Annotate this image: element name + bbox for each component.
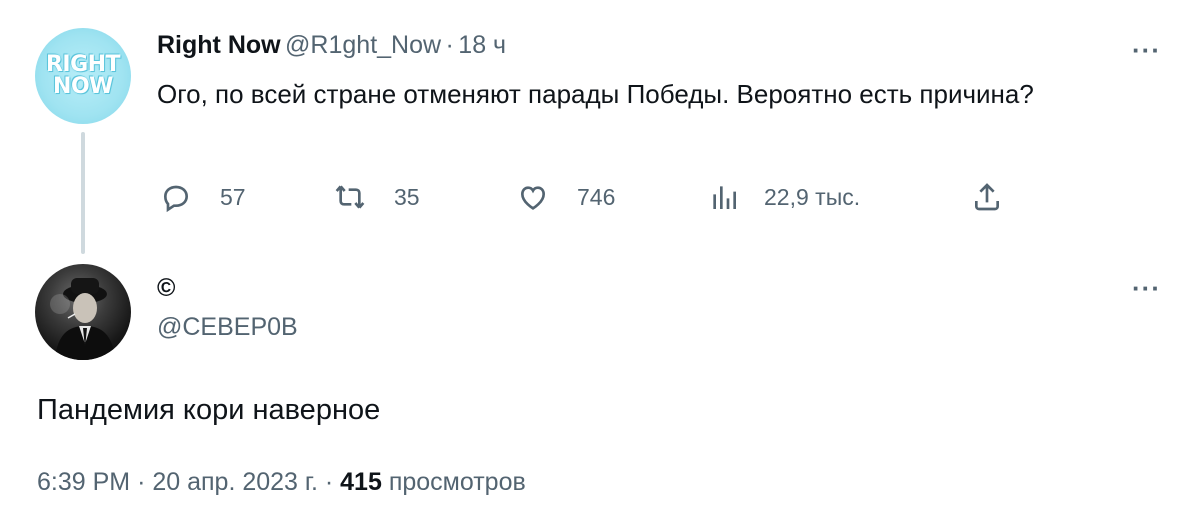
display-name-2[interactable]: © (157, 274, 175, 303)
avatar-severov[interactable] (35, 264, 131, 360)
footer-separator-1: · (137, 468, 146, 496)
avatar-logo-text-bottom: NOW (53, 74, 113, 99)
tweet-date-2[interactable]: 20 апр. 2023 г. (152, 468, 318, 496)
tweet2-footer: 6:39 PM · 20 апр. 2023 г. · 415 просмотр… (37, 468, 526, 497)
avatar-logo-text-top: RIGHT (45, 52, 121, 77)
more-icon-2[interactable]: ··· (1132, 275, 1161, 301)
like-button[interactable]: 746 (517, 181, 615, 213)
avatar-right-now[interactable]: RIGHT NOW (35, 28, 131, 124)
footer-separator-2: · (324, 468, 334, 496)
share-icon (975, 183, 999, 211)
share-button[interactable] (971, 181, 1003, 213)
tweet2-text: Пандемия кори наверное (37, 394, 381, 426)
views-label-2: просмотров (388, 468, 526, 496)
views-count-2: 415 (340, 468, 382, 496)
user-handle[interactable]: @R1ght_Now (285, 31, 441, 59)
views-icon (713, 186, 736, 209)
reply-icon (163, 185, 189, 213)
tweet1-text: Ого, по всей стране отменяют парады Побе… (157, 79, 1034, 109)
like-count: 746 (577, 183, 616, 210)
more-icon[interactable]: ··· (1132, 37, 1161, 63)
tweet-time-2[interactable]: 6:39 PM (37, 468, 130, 496)
header-separator: · (445, 31, 454, 59)
reply-count: 57 (220, 183, 246, 210)
views-count: 22,9 тыс. (764, 183, 861, 210)
avatar-photo-icon (50, 278, 115, 360)
reply-button[interactable]: 57 (160, 181, 246, 213)
tweet1-header: Right Now @R1ght_Now · 18 ч (157, 31, 506, 60)
thread-connector-line (81, 132, 85, 254)
views-button[interactable]: 22,9 тыс. (708, 181, 860, 213)
tweet-time[interactable]: 18 ч (458, 31, 506, 59)
user-handle-2[interactable]: @СЕВЕР0В (157, 313, 298, 342)
display-name[interactable]: Right Now (157, 31, 281, 59)
like-icon (520, 186, 546, 210)
retweet-button[interactable]: 35 (334, 181, 420, 213)
retweet-count: 35 (394, 183, 420, 210)
retweet-icon (335, 185, 365, 209)
